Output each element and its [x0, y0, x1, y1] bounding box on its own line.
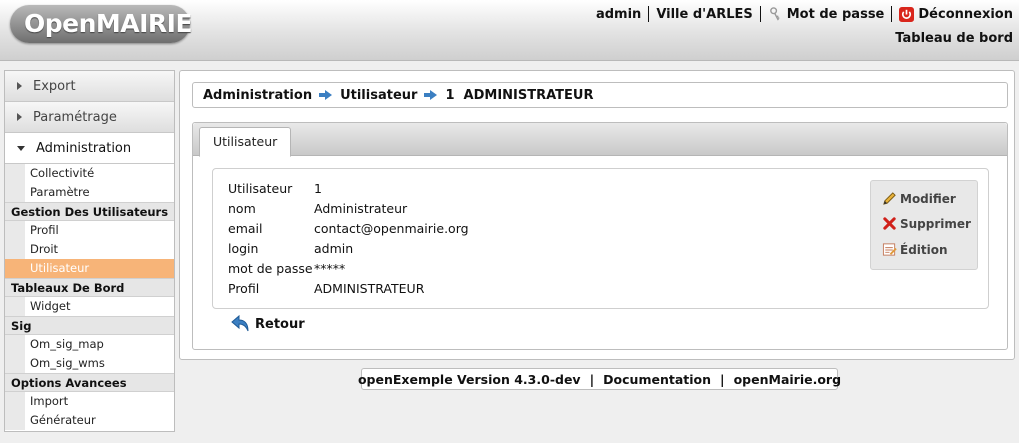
sidebar-item-utilisateur[interactable]: Utilisateur: [5, 259, 174, 278]
sidebar-item-import[interactable]: Import: [5, 392, 174, 411]
menu-parametrage-label: Paramétrage: [33, 109, 117, 125]
arrow-right-icon: [319, 90, 333, 100]
password-link[interactable]: Mot de passe: [768, 6, 885, 22]
power-icon: [899, 6, 915, 22]
document-edit-icon: [882, 243, 897, 256]
field-value: *****: [314, 261, 346, 276]
header: OpenMAIRIE admin Ville d'ARLES Mot de pa…: [0, 0, 1019, 61]
back-label: Retour: [255, 317, 305, 332]
sidebar-item-droit[interactable]: Droit: [5, 240, 174, 259]
sidebar-item-collectivite[interactable]: Collectivité: [5, 164, 174, 183]
sidebar-menu: Export Paramétrage Administration Collec…: [4, 70, 175, 432]
group-gestion-utilisateurs: Gestion Des Utilisateurs: [5, 202, 174, 221]
sidebar-item-profil[interactable]: Profil: [5, 221, 174, 240]
chevron-right-icon: [17, 113, 22, 121]
main-content: Administration Utilisateur 1 ADMINISTRAT…: [179, 70, 1015, 360]
delete-label: Supprimer: [900, 217, 971, 231]
field-label: mot de passe: [228, 261, 313, 276]
field-row-nom: nom Administrateur: [228, 199, 407, 219]
breadcrumb-record: 1 ADMINISTRATEUR: [445, 87, 594, 103]
field-value: Administrateur: [314, 201, 408, 216]
field-value: contact@openmairie.org: [314, 221, 469, 236]
back-link[interactable]: Retour: [230, 312, 305, 334]
logout-link[interactable]: Déconnexion: [899, 6, 1013, 22]
field-value: admin: [314, 241, 354, 256]
group-options-avancees: Options Avancees: [5, 373, 174, 392]
actions-panel: Modifier Supprimer Édition: [870, 180, 978, 270]
logo-open: Open: [24, 9, 96, 38]
sidebar-item-om-sig-wms[interactable]: Om_sig_wms: [5, 354, 174, 373]
key-icon: [769, 6, 780, 20]
edition-label: Édition: [900, 243, 948, 257]
edition-button[interactable]: Édition: [882, 241, 948, 259]
pencil-icon: [883, 192, 896, 205]
back-arrow-icon: [231, 314, 249, 332]
menu-administration-label: Administration: [36, 140, 132, 156]
separator: [891, 6, 893, 22]
logout-link-label: Déconnexion: [918, 6, 1013, 22]
tab-bar: Utilisateur: [193, 123, 1007, 157]
arrow-right-icon: [424, 90, 438, 100]
delete-button[interactable]: Supprimer: [882, 215, 971, 233]
chevron-down-icon: [17, 145, 25, 151]
logo-text: OpenMAIRIE: [24, 9, 193, 38]
field-label: email: [228, 221, 263, 236]
modify-label: Modifier: [900, 192, 956, 206]
separator: [648, 6, 650, 22]
field-label: Profil: [228, 281, 260, 296]
tabs-container: Utilisateur Utilisateur 1 nom Administrate…: [192, 122, 1008, 350]
field-row-mot-de-passe: mot de passe*****: [228, 259, 345, 279]
field-value: ADMINISTRATEUR: [314, 281, 425, 296]
version-text: openExemple Version 4.3.0-dev: [357, 371, 581, 387]
field-label: login: [228, 241, 259, 256]
breadcrumb-utilisateur: Utilisateur: [340, 87, 418, 103]
sidebar-item-generateur[interactable]: Générateur: [5, 411, 174, 430]
field-label: nom: [228, 201, 256, 216]
record-form: Utilisateur 1 nom Administrateur email cont…: [212, 168, 989, 309]
user-name[interactable]: admin: [596, 7, 641, 22]
collectivity-name[interactable]: Ville d'ARLES: [656, 7, 752, 22]
group-sig: Sig: [5, 316, 174, 335]
group-tableaux-de-bord: Tableaux De Bord: [5, 278, 174, 297]
footer-separator: |: [589, 371, 595, 387]
breadcrumb-administration: Administration: [203, 87, 313, 103]
menu-administration[interactable]: Administration: [5, 133, 174, 164]
footer: openExemple Version 4.3.0-dev | Document…: [357, 368, 841, 390]
documentation-link[interactable]: Documentation: [603, 372, 711, 387]
password-link-label: Mot de passe: [786, 6, 885, 22]
menu-parametrage[interactable]: Paramétrage: [5, 102, 174, 133]
modify-button[interactable]: Modifier: [882, 190, 956, 208]
tab-utilisateur[interactable]: Utilisateur: [199, 127, 292, 157]
field-row-profil: Profil ADMINISTRATEUR: [228, 279, 424, 299]
sidebar-item-widget[interactable]: Widget: [5, 297, 174, 316]
dashboard-link[interactable]: Tableau de bord: [895, 31, 1013, 46]
field-value: 1: [314, 181, 322, 196]
openmairie-site-link[interactable]: openMairie.org: [734, 372, 841, 387]
footer-separator: |: [720, 371, 725, 387]
top-navigation: admin Ville d'ARLES Mot de passe Déconne…: [596, 6, 1013, 22]
menu-export-label: Export: [33, 78, 76, 94]
field-row-utilisateur: Utilisateur 1: [228, 179, 322, 199]
sidebar-item-om-sig-map[interactable]: Om_sig_map: [5, 335, 174, 354]
field-row-login: login admin: [228, 239, 353, 259]
logo-mairie: MAIRIE: [95, 9, 193, 38]
openmairie-logo[interactable]: OpenMAIRIE: [10, 5, 193, 43]
breadcrumb: Administration Utilisateur 1 ADMINISTRAT…: [192, 82, 1008, 108]
sidebar-item-parametre[interactable]: Paramètre: [5, 183, 174, 202]
menu-export[interactable]: Export: [5, 71, 174, 102]
separator: [759, 6, 761, 22]
field-label: Utilisateur: [228, 181, 293, 196]
chevron-right-icon: [17, 82, 22, 90]
field-row-email: email contact@openmairie.org: [228, 219, 469, 239]
delete-x-icon: [883, 217, 896, 230]
